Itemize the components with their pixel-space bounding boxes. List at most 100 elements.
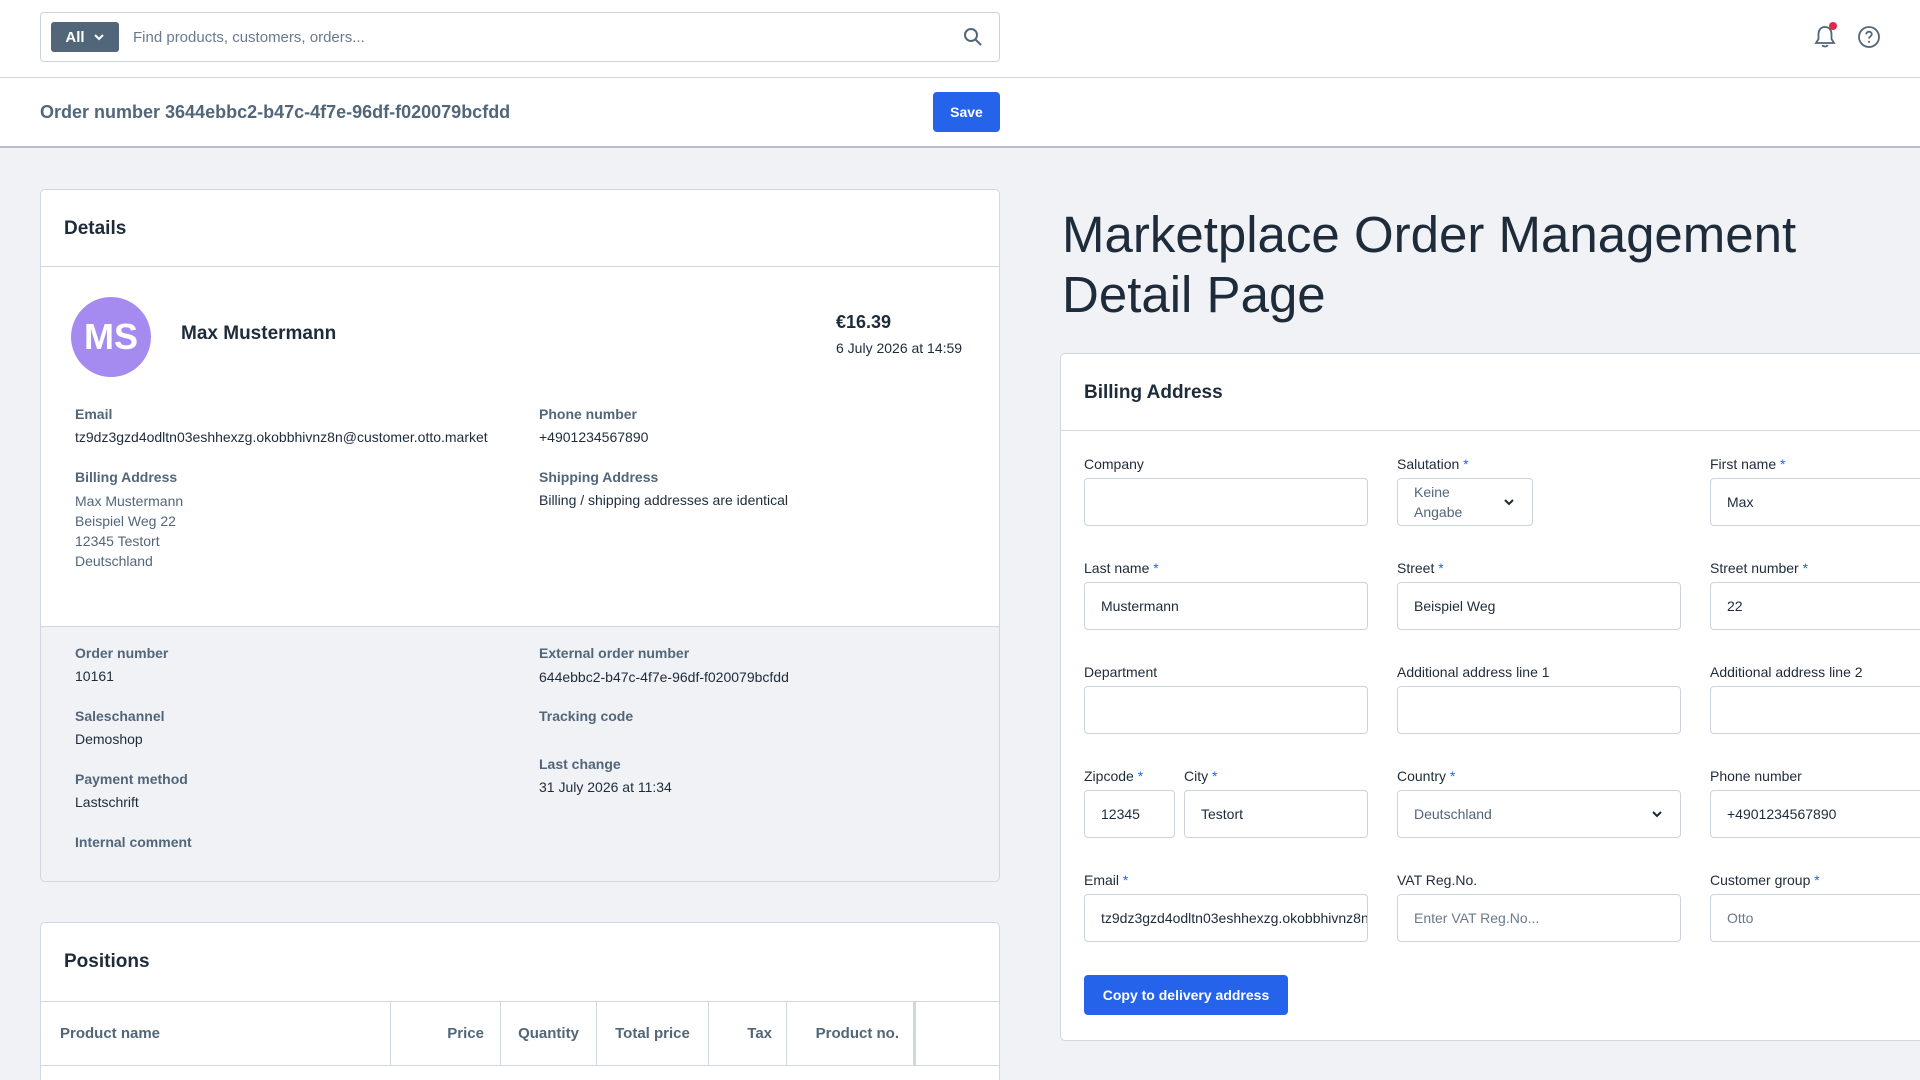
notification-badge	[1829, 22, 1837, 30]
customer-group-label: Customer group *	[1710, 872, 1820, 888]
save-button[interactable]: Save	[933, 92, 1000, 132]
street-number-field[interactable]: 22	[1710, 582, 1920, 630]
required-mark: *	[1814, 872, 1820, 888]
order-number-label: Order number	[75, 645, 169, 661]
vat-reg-no-label: VAT Reg.No.	[1397, 872, 1477, 888]
column-header-product-no[interactable]: Product no.	[787, 1002, 916, 1065]
field-label-text: Company	[1084, 456, 1144, 472]
department-label: Department	[1084, 664, 1157, 680]
salutation-select[interactable]: Keine Angabe	[1397, 478, 1533, 526]
shipping-address-label: Shipping Address	[539, 469, 659, 485]
email-field[interactable]: tz9dz3gzd4odltn03eshhexzg.okobbhivnz8n@c…	[1084, 894, 1368, 942]
saleschannel-value: Demoshop	[75, 731, 143, 747]
billing-address-value: Max Mustermann Beispiel Weg 22 12345 Tes…	[75, 491, 183, 571]
phone-number-label: Phone number	[1710, 768, 1802, 784]
order-amount: €16.39	[836, 312, 892, 332]
column-header-tax[interactable]: Tax	[709, 1002, 787, 1065]
search-filter-label: All	[65, 28, 85, 46]
field-label-text: Customer group	[1710, 872, 1811, 888]
country-select[interactable]: Deutschland	[1397, 790, 1681, 838]
external-order-number-label: External order number	[539, 645, 690, 661]
column-header-price[interactable]: Price	[391, 1002, 501, 1065]
copy-to-delivery-address-button[interactable]: Copy to delivery address	[1084, 975, 1288, 1015]
details-title: Details	[64, 218, 127, 239]
required-mark: *	[1780, 456, 1786, 472]
shipping-address-value: Billing / shipping addresses are identic…	[539, 492, 789, 508]
additional-address-line-1-label: Additional address line 1	[1397, 664, 1550, 680]
external-order-number-value: 644ebbc2-b47c-4f7e-96df-f020079bcfdd	[539, 669, 789, 685]
field-label-text: Country	[1397, 768, 1447, 784]
email-value: tz9dz3gzd4odltn03eshhexzg.okobbhivnz8n@c…	[75, 429, 488, 445]
search-input[interactable]	[133, 23, 953, 51]
email-label: Email	[75, 406, 113, 422]
phone-number-field[interactable]: +4901234567890	[1710, 790, 1920, 838]
field-label-text: Additional address line 2	[1710, 664, 1863, 680]
additional-address-line-2-label: Additional address line 2	[1710, 664, 1863, 680]
street-number-label: Street number *	[1710, 560, 1808, 576]
customer-group-field[interactable]: Otto	[1710, 894, 1920, 942]
field-label-text: Additional address line 1	[1397, 664, 1550, 680]
vat-reg-no-field[interactable]: Enter VAT Reg.No...	[1397, 894, 1681, 942]
additional-address-line-2-field[interactable]	[1710, 686, 1920, 734]
required-mark: *	[1212, 768, 1218, 784]
billing-line: Max Mustermann	[75, 493, 184, 509]
street-field[interactable]: Beispiel Weg	[1397, 582, 1681, 630]
company-label: Company	[1084, 456, 1144, 472]
smart-bar: Order number 3644ebbc2-b47c-4f7e-96df-f0…	[0, 78, 1920, 148]
column-header-product-name[interactable]: Product name	[41, 1002, 391, 1065]
city-field[interactable]: Testort	[1184, 790, 1368, 838]
field-label-text: VAT Reg.No.	[1397, 872, 1478, 888]
required-mark: *	[1438, 560, 1444, 576]
card-divider	[41, 266, 999, 267]
chevron-down-icon	[93, 34, 104, 41]
phone-value: +4901234567890	[539, 429, 649, 445]
overlay-page-title: Marketplace Order Management Detail Page	[1062, 206, 1797, 323]
field-label-text: Salutation	[1397, 456, 1460, 472]
saleschannel-label: Saleschannel	[75, 708, 165, 724]
tracking-code-label: Tracking code	[539, 708, 634, 724]
field-label-text: First name	[1710, 456, 1777, 472]
company-field[interactable]	[1084, 478, 1368, 526]
last-name-field[interactable]: Mustermann	[1084, 582, 1368, 630]
billing-line: Beispiel Weg 22	[75, 513, 176, 529]
column-header-total-price[interactable]: Total price	[597, 1002, 709, 1065]
field-label-text: Department	[1084, 664, 1158, 680]
page-title: Order number 3644ebbc2-b47c-4f7e-96df-f0…	[40, 102, 511, 122]
billing-address-card: Billing Address Company Salutation * Kei…	[1060, 353, 1920, 1041]
order-date: 6 July 2026 at 14:59	[836, 340, 963, 356]
salutation-value: Keine Angabe	[1414, 484, 1463, 520]
required-mark: *	[1449, 768, 1456, 784]
order-number-value: 10161	[75, 668, 114, 684]
help-icon[interactable]	[1857, 25, 1881, 49]
customer-name: Max Mustermann	[181, 323, 337, 344]
payment-method-label: Payment method	[75, 771, 188, 787]
required-mark: *	[1153, 560, 1159, 576]
required-mark: *	[1463, 456, 1469, 472]
positions-title: Positions	[64, 951, 150, 972]
zipcode-field[interactable]: 12345	[1084, 790, 1175, 838]
billing-line: 12345 Testort	[75, 533, 160, 549]
required-mark: *	[1802, 560, 1809, 576]
billing-address-title: Billing Address	[1084, 382, 1223, 403]
additional-address-line-1-field[interactable]	[1397, 686, 1681, 734]
required-mark: *	[1122, 872, 1129, 888]
email-label: Email *	[1084, 872, 1128, 888]
internal-comment-label: Internal comment	[75, 834, 192, 850]
search-icon[interactable]	[963, 27, 983, 47]
top-bar: All	[0, 0, 1920, 78]
field-label-text: Last name	[1084, 560, 1150, 576]
phone-label: Phone number	[539, 406, 638, 422]
city-label: City *	[1184, 768, 1217, 784]
field-label-text: Street	[1397, 560, 1435, 576]
billing-line: Deutschland	[75, 553, 153, 569]
last-change-label: Last change	[539, 756, 621, 772]
field-label-text: Email	[1084, 872, 1120, 888]
field-label-text: Zipcode	[1084, 768, 1134, 784]
search-type-filter[interactable]: All	[51, 22, 119, 52]
first-name-field[interactable]: Max	[1710, 478, 1920, 526]
payment-method-value: Lastschrift	[75, 794, 139, 810]
column-header-quantity[interactable]: Quantity	[501, 1002, 597, 1065]
country-value: Deutschland	[1414, 806, 1492, 822]
country-label: Country *	[1397, 768, 1455, 784]
department-field[interactable]	[1084, 686, 1368, 734]
